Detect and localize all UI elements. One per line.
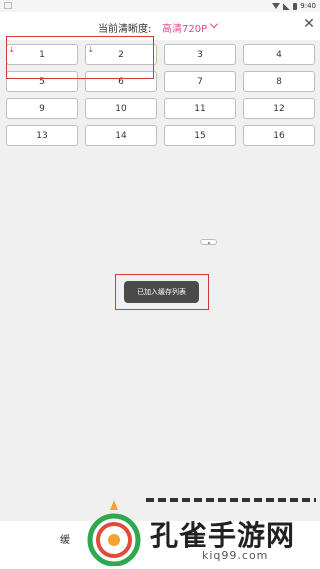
- image-notification-icon: [4, 2, 12, 9]
- episode-label: 14: [115, 130, 127, 141]
- status-time: 9:40: [300, 2, 316, 10]
- episode-button[interactable]: 3: [164, 44, 236, 65]
- episode-button[interactable]: 9: [6, 98, 78, 119]
- episode-button[interactable]: 16: [243, 125, 315, 146]
- toast-message: 已加入缓存列表: [124, 281, 199, 303]
- episode-label: 11: [194, 103, 206, 114]
- episode-button[interactable]: 8: [243, 71, 315, 92]
- episode-label: 10: [115, 103, 127, 114]
- peacock-logo-icon: [87, 500, 141, 566]
- episode-label: 12: [273, 103, 285, 114]
- battery-icon: [293, 2, 298, 10]
- episode-button[interactable]: 13: [6, 125, 78, 146]
- episode-button[interactable]: 10: [85, 98, 157, 119]
- episode-label: 9: [39, 103, 45, 114]
- watermark-url: kiq99.com: [202, 549, 269, 562]
- wifi-icon: [272, 3, 281, 9]
- episode-label: 8: [276, 76, 282, 87]
- watermark: 孔雀手游网 kiq99.com: [72, 492, 320, 569]
- close-icon[interactable]: ✕: [301, 16, 317, 32]
- episode-label: 13: [36, 130, 48, 141]
- episode-label: 3: [197, 49, 203, 60]
- episode-label: 15: [194, 130, 206, 141]
- status-bar: 9:40: [0, 0, 320, 12]
- episode-button[interactable]: 11: [164, 98, 236, 119]
- highlight-box-downloaded: [6, 36, 154, 79]
- episode-label: 4: [276, 49, 282, 60]
- watermark-brand: 孔雀手游网: [150, 519, 296, 552]
- quality-selector[interactable]: 高清720P: [162, 20, 207, 35]
- episode-button[interactable]: 4: [243, 44, 315, 65]
- episode-button[interactable]: 14: [85, 125, 157, 146]
- episode-label: 16: [273, 130, 285, 141]
- scroll-indicator: [200, 239, 217, 245]
- signal-icon: [283, 2, 291, 10]
- episode-button[interactable]: 15: [164, 125, 236, 146]
- episode-button[interactable]: 12: [243, 98, 315, 119]
- watermark-dash-line: [146, 498, 316, 502]
- episode-button[interactable]: 7: [164, 71, 236, 92]
- cache-label[interactable]: 缓: [60, 531, 70, 546]
- episode-label: 7: [197, 76, 203, 87]
- quality-label: 当前清晰度:: [98, 24, 152, 35]
- chevron-down-icon[interactable]: [209, 19, 219, 29]
